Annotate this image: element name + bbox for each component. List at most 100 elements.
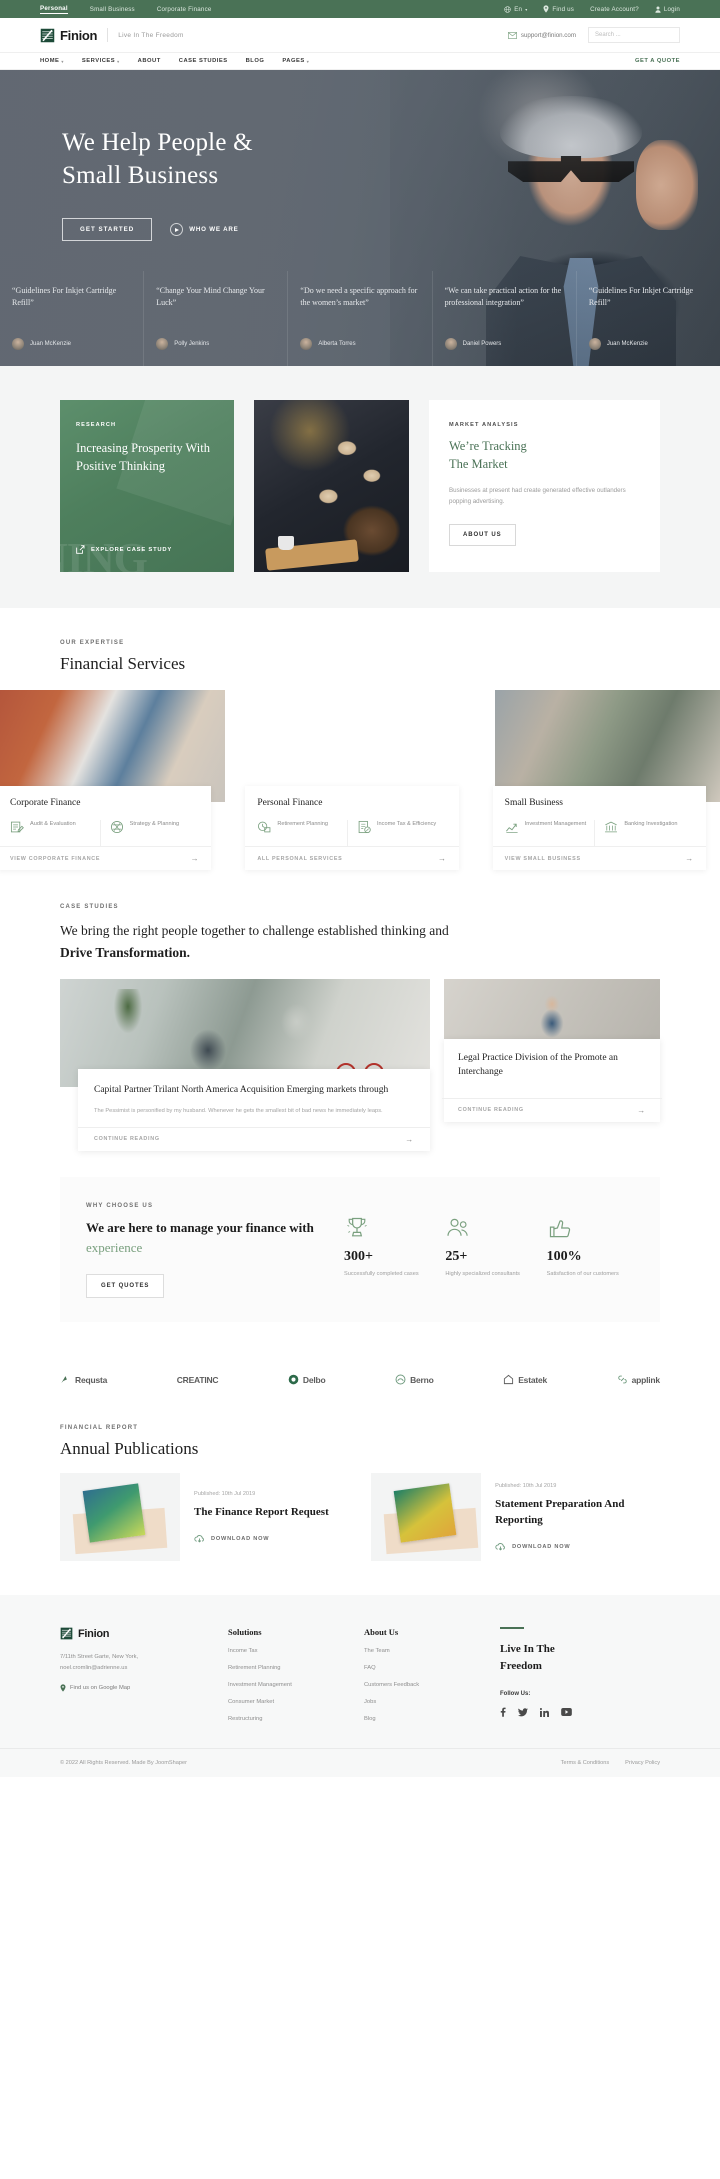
logo-estatek[interactable]: Estatek <box>503 1374 547 1385</box>
report-item[interactable]: Published: 10th Jul 2019 Statement Prepa… <box>371 1473 660 1562</box>
service-title: Corporate Finance <box>10 798 81 808</box>
footer-link[interactable]: Investment Management <box>228 1682 346 1688</box>
youtube-icon[interactable] <box>561 1708 572 1717</box>
service-feature[interactable]: Banking Investigation <box>594 820 694 846</box>
footer-link[interactable]: Blog <box>364 1716 482 1722</box>
brand-tagline: Live In The Freedom <box>118 31 184 39</box>
stat-number: 25+ <box>445 1248 468 1264</box>
footer-link[interactable]: Jobs <box>364 1699 482 1705</box>
get-started-button[interactable]: GET STARTED <box>62 218 153 241</box>
testimonial-item[interactable]: “Guidelines For Inkjet Cartridge Refill”… <box>0 271 145 366</box>
service-feature-label: Retirement Planning <box>277 821 329 827</box>
nav-item-home[interactable]: HOME ▾ <box>40 58 64 64</box>
logo-berno[interactable]: Berno <box>395 1374 434 1385</box>
logo-requsta[interactable]: Requsta <box>60 1374 107 1385</box>
case-study-title: Capital Partner Trilant North America Ac… <box>94 1085 389 1096</box>
find-us-link[interactable]: Find us <box>543 5 574 13</box>
create-account-link[interactable]: Create Account? <box>590 6 639 13</box>
chevron-down-icon: ▾ <box>525 6 528 12</box>
service-footer-link[interactable]: VIEW CORPORATE FINANCE → <box>0 846 212 870</box>
footer-link[interactable]: Customers Feedback <box>364 1682 482 1688</box>
service-card-corporate[interactable]: Corporate Finance Audit & Evaluation Str… <box>0 690 226 870</box>
facebook-icon[interactable] <box>500 1707 506 1718</box>
footer-link[interactable]: Restructuring <box>228 1716 346 1722</box>
privacy-link[interactable]: Privacy Policy <box>625 1760 660 1766</box>
topbar-item-corporate-finance[interactable]: Corporate Finance <box>157 6 212 13</box>
terms-link[interactable]: Terms & Conditions <box>561 1760 610 1766</box>
header-right-group: support@finion.com Search ... <box>507 27 680 43</box>
footer-link[interactable]: Income Tax <box>228 1648 346 1654</box>
testimonial-item[interactable]: “Guidelines For Inkjet Cartridge Refill”… <box>577 271 720 366</box>
language-selector[interactable]: En ▾ <box>504 6 527 13</box>
about-us-button[interactable]: ABOUT US <box>449 523 516 546</box>
topbar-item-personal[interactable]: Personal <box>40 5 68 14</box>
nav-item-case-studies[interactable]: CASE STUDIES <box>179 58 228 64</box>
stat-item: 100% Satisfaction of our customers <box>547 1207 634 1298</box>
stat-label: Highly specialized consultants <box>445 1270 520 1277</box>
get-quotes-button[interactable]: GET QUOTES <box>86 1274 165 1299</box>
arrow-right-icon: → <box>190 854 200 863</box>
report-item[interactable]: Published: 10th Jul 2019 The Finance Rep… <box>60 1473 349 1562</box>
service-feature[interactable]: Income Tax & Efficiency <box>347 820 447 846</box>
case-study-title: Legal Practice Division of the Promote a… <box>458 1053 618 1078</box>
testimonial-author: Daniel Powers <box>444 338 501 350</box>
continue-reading-link[interactable]: CONTINUE READING → <box>78 1126 430 1151</box>
logo-createinc[interactable]: CREATINC <box>177 1375 219 1385</box>
footer-link[interactable]: FAQ <box>364 1665 482 1671</box>
continue-reading-label: CONTINUE READING <box>94 1136 160 1143</box>
footer-brand-name: Finion <box>78 1627 110 1640</box>
download-label: DOWNLOAD NOW <box>512 1544 571 1551</box>
service-feature[interactable]: Investment Management <box>505 820 595 846</box>
strategy-icon <box>110 820 123 834</box>
google-map-link[interactable]: Find us on Google Map <box>60 1684 210 1692</box>
linkedin-icon[interactable] <box>540 1707 549 1717</box>
trophy-icon <box>344 1207 431 1241</box>
nav-item-pages[interactable]: PAGES ▾ <box>282 58 309 64</box>
footer-link[interactable]: The Team <box>364 1648 482 1654</box>
footer-link[interactable]: Consumer Market <box>228 1699 346 1705</box>
continue-reading-link[interactable]: CONTINUE READING → <box>442 1097 662 1122</box>
case-study-side[interactable]: Legal Practice Division of the Promote a… <box>442 979 662 1151</box>
who-we-are-button[interactable]: WHO WE ARE <box>170 223 238 236</box>
hero-content: We Help People & Small Business GET STAR… <box>0 70 720 241</box>
nav-item-about[interactable]: ABOUT <box>138 58 161 64</box>
service-feature[interactable]: Audit & Evaluation <box>10 820 100 846</box>
brand-logo[interactable]: Finion <box>40 28 97 43</box>
footer-logo[interactable]: Finion <box>60 1627 210 1640</box>
testimonial-name: Juan McKenzie <box>606 341 648 347</box>
nav-label: PAGES <box>282 58 305 64</box>
nav-item-services[interactable]: SERVICES ▾ <box>82 58 120 64</box>
nav-item-blog[interactable]: BLOG <box>246 58 265 64</box>
service-card-small-business[interactable]: Small Business Investment Management Ban… <box>492 690 720 870</box>
applink-icon <box>617 1375 627 1384</box>
case-study-main[interactable]: Capital Partner Trilant North America Ac… <box>60 979 430 1151</box>
footer-address: 7/11th Street Garte, New York, noel.crom… <box>60 1652 210 1673</box>
login-link[interactable]: Login <box>655 6 680 13</box>
brand-divider <box>107 28 109 42</box>
arrow-right-icon: → <box>685 854 694 863</box>
service-feature[interactable]: Retirement Planning <box>257 820 347 846</box>
testimonial-item[interactable]: “We can take practical action for the pr… <box>433 271 577 366</box>
service-feature[interactable]: Strategy & Planning <box>99 820 200 846</box>
service-card-personal[interactable]: Personal Finance Retirement Planning Inc… <box>245 690 472 870</box>
download-now-link[interactable]: DOWNLOAD NOW <box>194 1534 329 1544</box>
search-input[interactable]: Search ... <box>588 27 680 43</box>
get-a-quote-button[interactable]: GET A QUOTE <box>635 58 680 64</box>
service-footer-link[interactable]: ALL PERSONAL SERVICES → <box>245 846 459 870</box>
logo-delbo[interactable]: Delbo <box>288 1374 326 1385</box>
research-card[interactable]: NING RESEARCH Increasing Prosperity With… <box>60 400 234 572</box>
service-footer-link[interactable]: VIEW SMALL BUSINESS → <box>492 846 706 870</box>
support-email[interactable]: support@finion.com <box>507 32 576 39</box>
find-us-label: Find us <box>552 5 575 13</box>
logo-applink[interactable]: applink <box>617 1374 660 1385</box>
footer-link[interactable]: Retirement Planning <box>228 1665 346 1671</box>
twitter-icon[interactable] <box>518 1708 528 1717</box>
language-label: En <box>514 5 523 13</box>
testimonial-item[interactable]: “Do we need a specific approach for the … <box>288 271 433 366</box>
download-now-link[interactable]: DOWNLOAD NOW <box>495 1542 660 1552</box>
stat-item: 25+ Highly specialized consultants <box>445 1207 532 1298</box>
explore-case-study-link[interactable]: EXPLORE CASE STUDY <box>76 545 172 554</box>
topbar-item-small-business[interactable]: Small Business <box>90 6 135 13</box>
play-icon <box>170 223 184 236</box>
testimonial-item[interactable]: “Change Your Mind Change Your Luck” Poll… <box>144 271 289 366</box>
